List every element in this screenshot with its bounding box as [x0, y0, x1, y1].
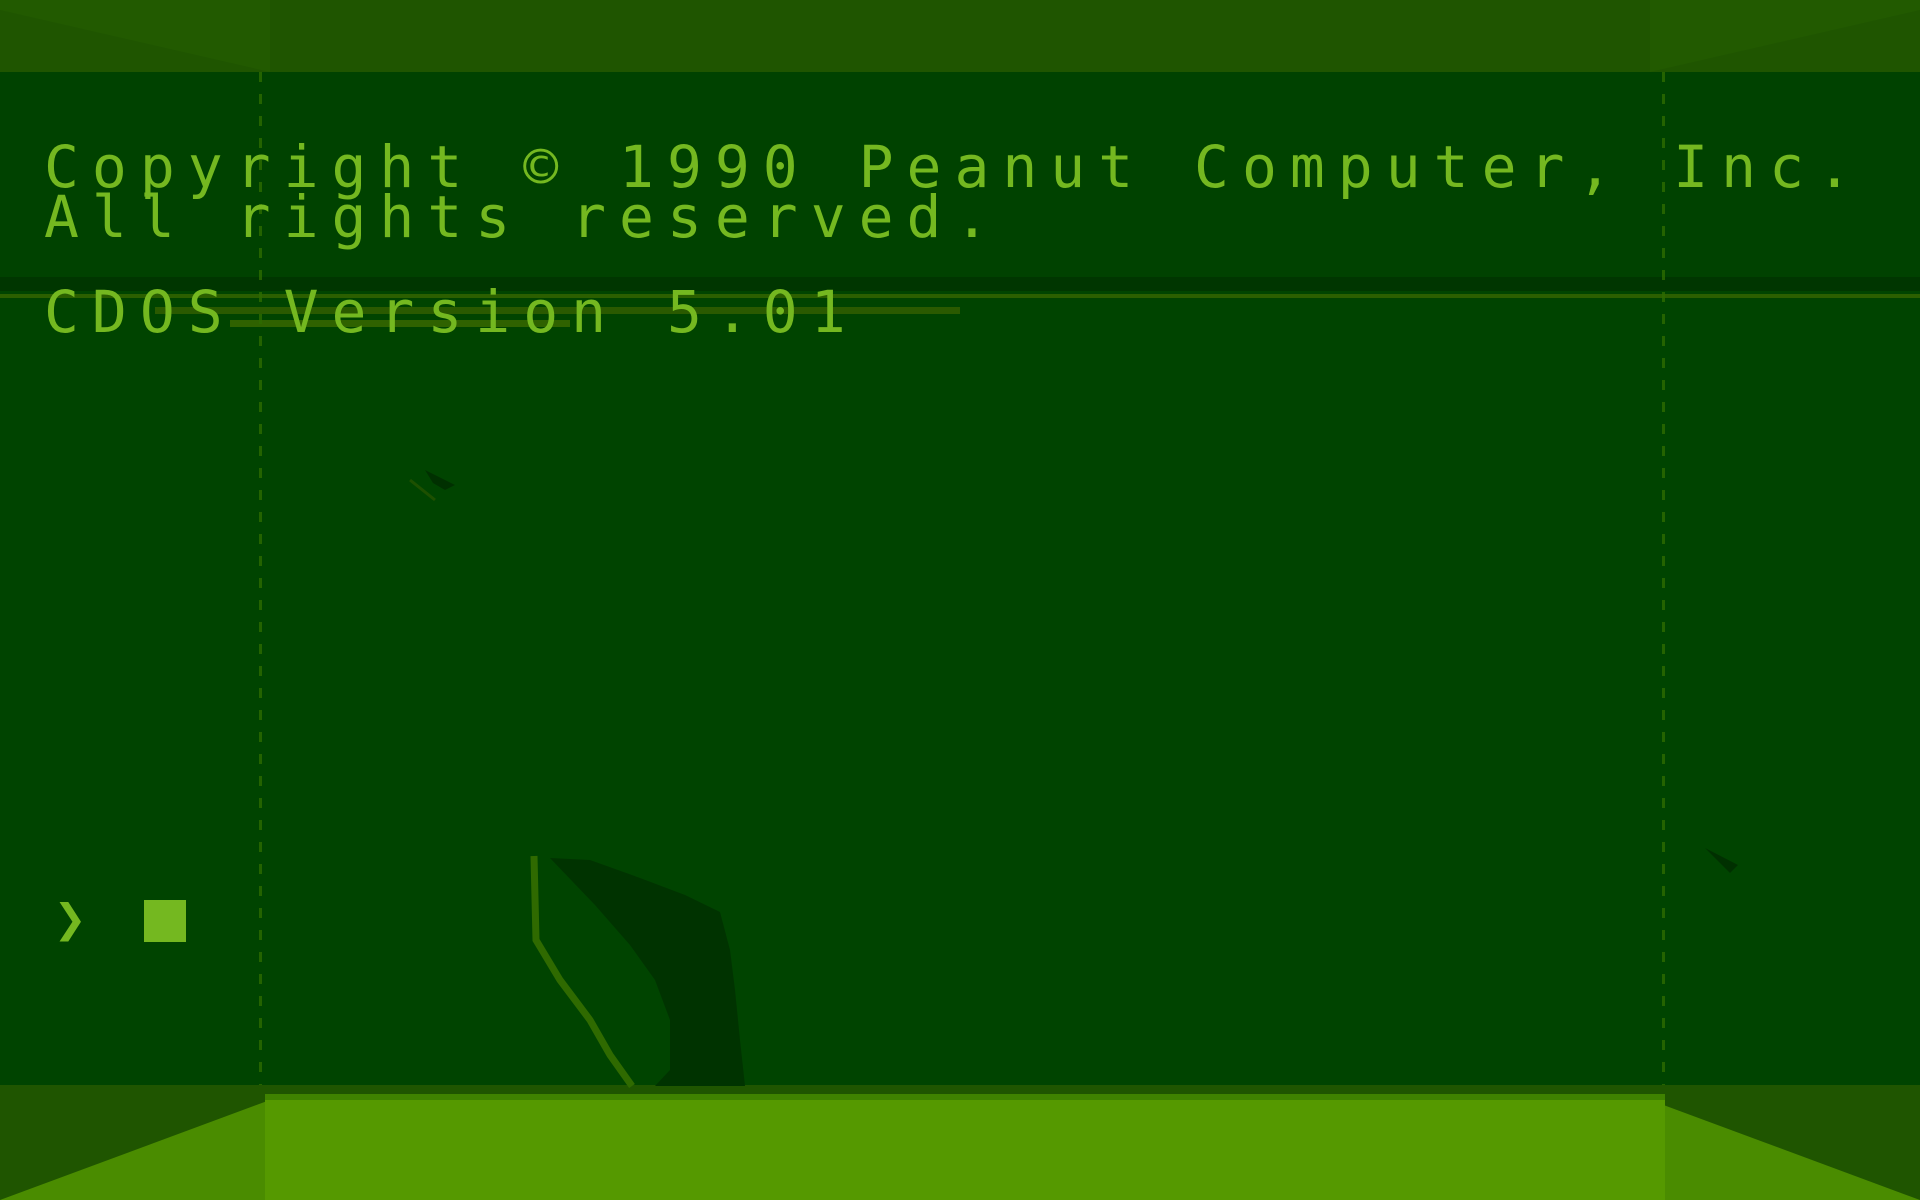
room-ceiling	[0, 0, 1920, 72]
floor	[265, 1100, 1665, 1200]
command-prompt: ❯	[54, 887, 87, 950]
speck-icon	[409, 470, 455, 502]
ceiling-left-slope	[0, 0, 270, 72]
floor-right-slope	[1650, 1100, 1920, 1200]
ceiling-right-slope	[1650, 0, 1920, 72]
terminal-screen[interactable]: Copyright © 1990 Peanut Computer, Inc. A…	[0, 0, 1920, 1200]
leaf-icon	[530, 855, 745, 1089]
rights-line: All rights reserved.	[44, 183, 1003, 251]
right-pillar-line	[1662, 72, 1665, 1200]
block-cursor[interactable]	[144, 900, 186, 942]
speck-icon	[1705, 848, 1738, 873]
version-line: CDOS Version 5.01	[44, 278, 859, 346]
floor-left-slope	[0, 1100, 270, 1200]
